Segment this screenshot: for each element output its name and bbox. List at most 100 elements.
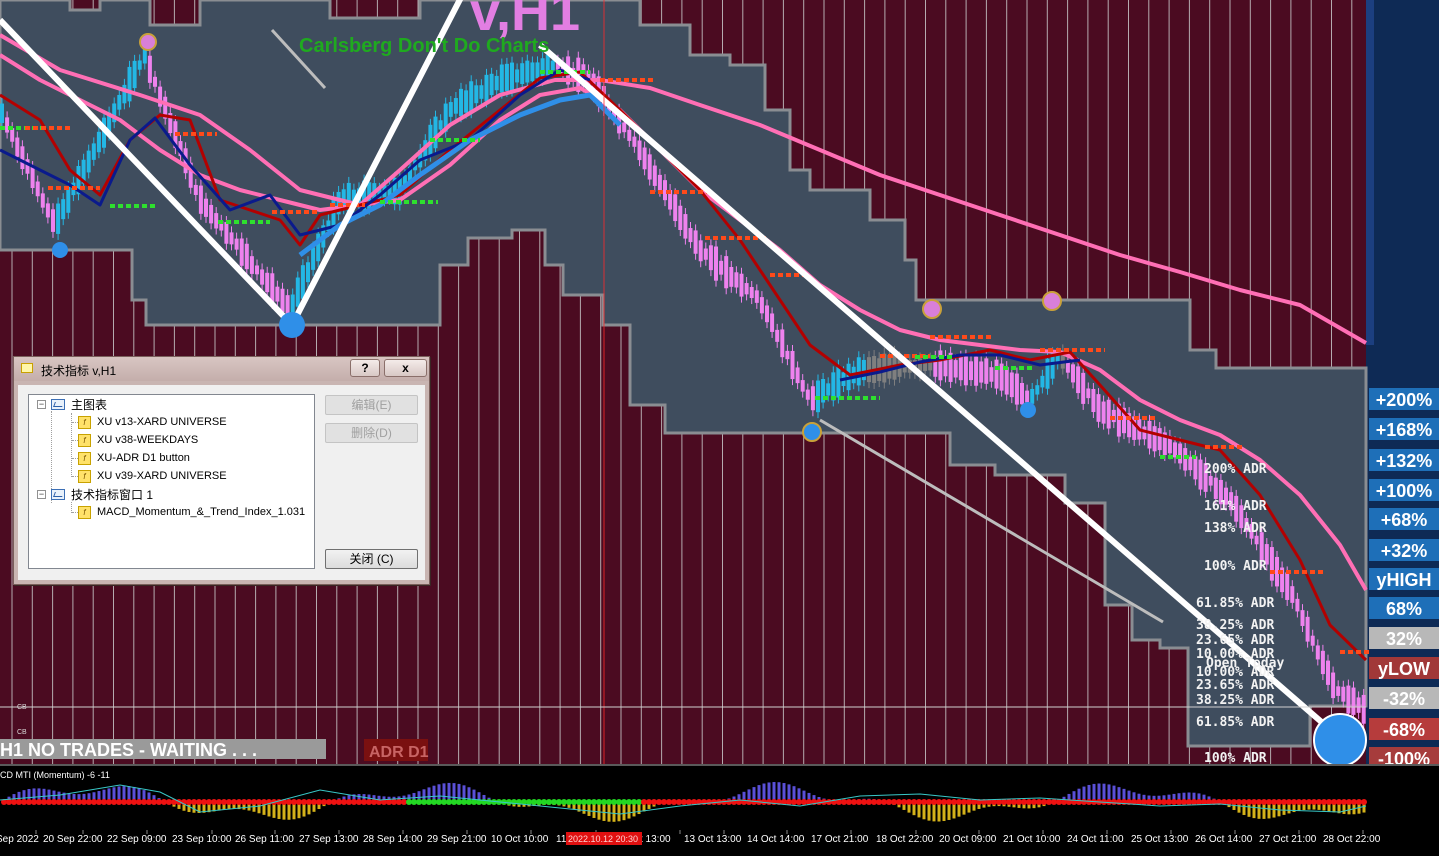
dialog-titlebar[interactable]: 技术指标 v,H1 ? x xyxy=(14,357,429,381)
time-label: 10 Oct 10:00 xyxy=(491,834,549,845)
indicator-fx-icon: f xyxy=(78,416,91,429)
candle-body xyxy=(673,194,677,221)
candle-body xyxy=(1066,362,1070,373)
indicator-fx-icon: f xyxy=(78,452,91,465)
right-panel-band xyxy=(1366,0,1374,345)
tree-item-label: XU-ADR D1 button xyxy=(97,452,190,464)
candle-body xyxy=(1199,460,1203,490)
adr-d1-button[interactable]: ADR D1 xyxy=(369,744,429,761)
tree-item-indicator[interactable]: f XU v38-WEEKDAYS xyxy=(78,432,198,448)
time-label: t 13:00 xyxy=(640,834,671,845)
candle-body xyxy=(775,330,779,342)
candle-body xyxy=(250,256,254,274)
time-label: 11 xyxy=(556,834,567,845)
right-level-label: -68% xyxy=(1383,720,1425,740)
candle-body xyxy=(66,187,70,213)
right-level-label: -32% xyxy=(1383,689,1425,709)
tree-item-indicator[interactable]: f XU v39-XARD UNIVERSE xyxy=(78,468,227,484)
candle-body xyxy=(785,351,789,359)
candle-body xyxy=(434,117,438,149)
tree-item-indicator[interactable]: f XU-ADR D1 button xyxy=(78,450,190,466)
candle-body xyxy=(133,61,137,88)
candle-body xyxy=(20,146,24,169)
time-label: 26 Oct 14:00 xyxy=(1195,834,1253,845)
candle-body xyxy=(1005,367,1009,394)
time-label: 20 Sep 22:00 xyxy=(43,834,103,845)
candle-body xyxy=(56,204,60,234)
help-button[interactable]: ? xyxy=(350,359,380,377)
candle-body xyxy=(153,77,157,87)
close-x-button[interactable]: x xyxy=(384,359,427,377)
candle-body xyxy=(969,361,973,380)
swing-marker xyxy=(52,242,68,258)
candle-body xyxy=(128,67,132,101)
candle-body xyxy=(683,214,687,239)
candle-body xyxy=(5,117,9,132)
candle-body xyxy=(694,230,698,253)
candle-body xyxy=(750,287,754,298)
tree-item-indicator[interactable]: f MACD_Momentum_&_Trend_Index_1.031 xyxy=(78,504,305,520)
adr-level-label: 138% ADR xyxy=(1204,521,1267,536)
candle-body xyxy=(1178,444,1182,464)
candle-body xyxy=(1097,394,1101,422)
candle-body xyxy=(439,120,443,129)
right-level-label: +168% xyxy=(1376,420,1433,440)
candle-body xyxy=(520,63,524,84)
candle-body xyxy=(449,102,453,117)
tree-node-indicator-window[interactable]: − 技术指标窗口 1 xyxy=(37,486,153,502)
tree-label-indicator-window: 技术指标窗口 1 xyxy=(71,486,153,503)
cursor-time-label: 2022.10.12 20:30 xyxy=(568,834,638,844)
candle-body xyxy=(1158,428,1162,450)
candle-body xyxy=(1076,366,1080,393)
candle-body xyxy=(791,351,795,379)
candle-body xyxy=(1326,661,1330,685)
candle-body xyxy=(801,380,805,392)
candle-body xyxy=(622,122,626,132)
candle-body xyxy=(31,167,35,188)
candle-body xyxy=(1306,617,1310,642)
candle-body xyxy=(699,240,703,261)
swing-marker xyxy=(803,423,821,441)
indicator-fx-icon: f xyxy=(78,470,91,483)
candle-body xyxy=(806,390,810,400)
candle-body xyxy=(1341,687,1345,702)
candle-body xyxy=(1015,374,1019,405)
time-label: 23 Sep 10:00 xyxy=(172,834,232,845)
tree-item-indicator[interactable]: f XU v13-XARD UNIVERSE xyxy=(78,414,227,430)
cb-mark-2: CB xyxy=(17,729,27,736)
candle-body xyxy=(479,85,483,99)
candle-body xyxy=(836,366,840,398)
close-button[interactable]: 关闭 (C) xyxy=(325,549,418,569)
edit-button[interactable]: 编辑(E) xyxy=(325,395,418,415)
candle-body xyxy=(765,305,769,322)
collapse-toggle-icon[interactable]: − xyxy=(37,400,46,409)
candle-body xyxy=(1346,686,1350,714)
candle-body xyxy=(281,289,285,312)
tree-item-label: XU v13-XARD UNIVERSE xyxy=(97,416,227,428)
candle-body xyxy=(826,383,830,395)
swing-marker xyxy=(279,312,305,338)
delete-button[interactable]: 删除(D) xyxy=(325,423,418,443)
dialog-title: 技术指标 v,H1 xyxy=(41,362,116,379)
collapse-toggle-icon[interactable]: − xyxy=(37,490,46,499)
adr-level-label: 200% ADR xyxy=(1204,462,1267,477)
swing-marker xyxy=(1314,714,1366,766)
candle-body xyxy=(709,245,713,270)
indicators-dialog[interactable]: 技术指标 v,H1 ? x − 主图表 f XU v13-XARD UNIVER… xyxy=(13,356,430,585)
cb-mark-1: CB xyxy=(17,704,27,711)
candle-body xyxy=(1091,389,1095,412)
candle-body xyxy=(678,206,682,230)
indicator-fx-icon: f xyxy=(78,434,91,447)
candle-body xyxy=(938,350,942,380)
candle-body xyxy=(974,357,978,386)
adr-level-label: 61.85% ADR xyxy=(1196,596,1274,611)
tree-node-main-chart[interactable]: − 主图表 xyxy=(37,396,107,412)
indicator-tree[interactable]: − 主图表 f XU v13-XARD UNIVERSE f XU v38-WE… xyxy=(28,394,315,569)
candle-body xyxy=(61,199,65,219)
candle-body xyxy=(10,128,14,142)
right-level-label: +132% xyxy=(1376,451,1433,471)
candle-body xyxy=(1081,373,1085,404)
time-label: 27 Sep 13:00 xyxy=(299,834,359,845)
candle-body xyxy=(1301,610,1305,626)
chart-window[interactable]: v,H1 Carlsberg Don't Do Charts 200% ADR1… xyxy=(0,0,1439,851)
